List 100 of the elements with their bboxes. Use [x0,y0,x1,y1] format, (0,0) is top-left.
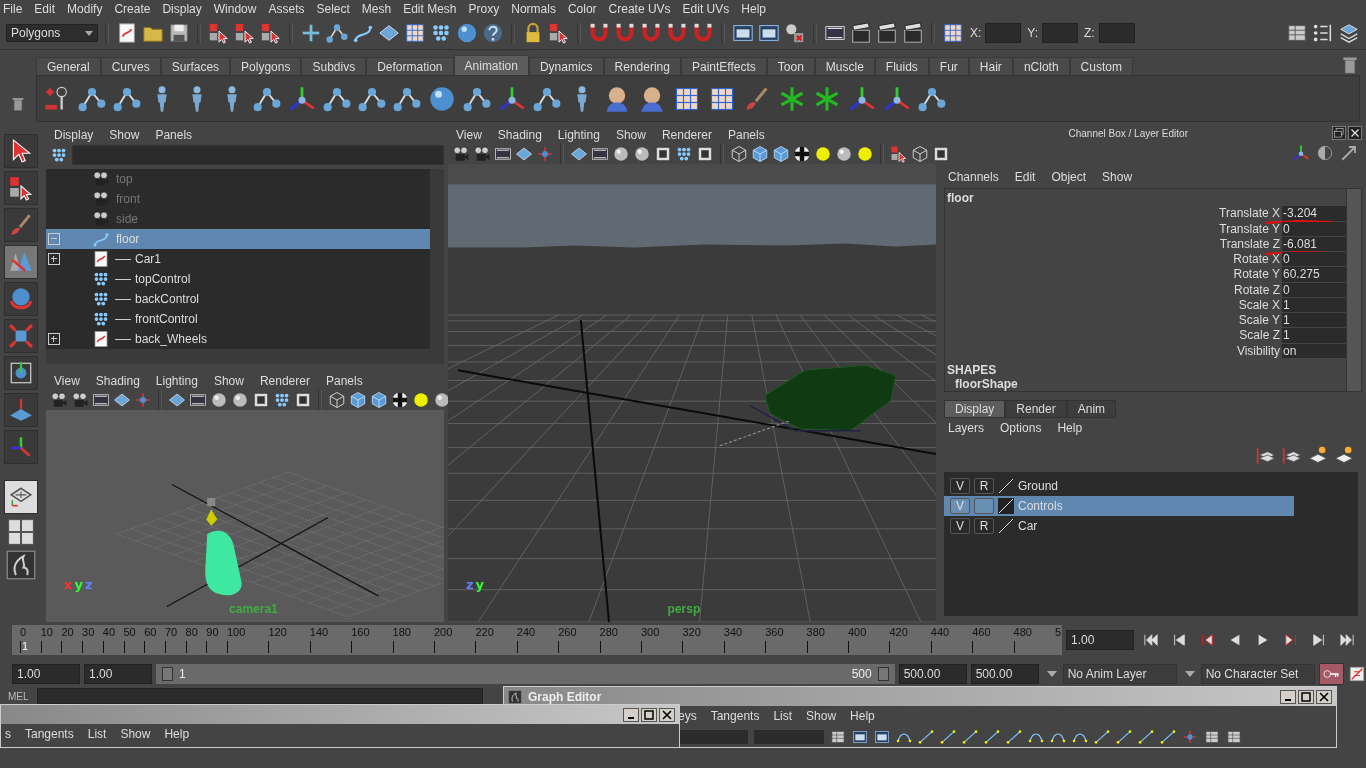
sphere-icon[interactable] [612,145,630,163]
viewport-scene-drawing[interactable] [46,410,444,622]
camera-icon[interactable] [452,145,470,163]
menu-item[interactable]: Proxy [468,1,500,16]
maximize-button[interactable] [641,707,657,722]
new-scene-icon[interactable] [116,22,138,44]
asterisk-icon[interactable] [813,84,841,113]
shelf-tab[interactable]: Toon [766,57,815,75]
sphere-icon[interactable] [231,391,249,409]
selection-icon[interactable] [890,145,908,163]
menu-item[interactable]: Help [164,727,190,741]
visibility-toggle[interactable]: V [950,478,970,494]
maximize-button[interactable] [1298,689,1314,704]
wireframe-cube-icon[interactable] [328,391,346,409]
layer-row[interactable]: V R Car [944,516,1294,536]
anim-layer-dropdown[interactable]: No Anim Layer [1062,664,1177,684]
axes-icon[interactable] [883,84,911,113]
command-language-label[interactable]: MEL [8,690,29,702]
channel-value[interactable]: -3.204 [1282,206,1346,222]
shelf-tab[interactable]: PaintEffects [680,57,767,75]
sphere-icon[interactable] [428,84,456,113]
asterisk-icon[interactable] [778,84,806,113]
move-icon[interactable] [134,391,152,409]
cube-icon[interactable] [751,145,769,163]
magnet-icon[interactable] [588,22,610,44]
frame-field[interactable] [678,729,748,744]
expand-toggle[interactable] [48,253,60,265]
outliner-row[interactable]: back_Wheels [46,329,430,349]
new-layer-icon[interactable] [1334,445,1354,465]
scrollbar[interactable] [46,349,444,364]
sphere-icon[interactable] [210,391,228,409]
menu-item[interactable]: Show [109,128,140,142]
joint-icon[interactable] [326,22,348,44]
character-set-dropdown[interactable]: No Character Set [1200,664,1315,684]
dots-icon[interactable] [430,22,452,44]
channel-value[interactable]: 1 [1282,313,1346,329]
menu-item[interactable]: Assets [268,1,305,16]
menu-item[interactable]: List [773,709,793,723]
shelf-tab[interactable]: General [36,57,101,75]
menu-item[interactable]: Help [741,1,766,16]
menu-item[interactable]: Edit Mesh [403,1,457,16]
shelf-tab[interactable]: Fluids [874,57,929,75]
menu-item[interactable]: Show [120,727,151,741]
four-pane-icon[interactable] [6,517,36,547]
expand-toggle[interactable] [48,233,60,245]
sphere-icon[interactable] [835,145,853,163]
layer-color-swatch[interactable] [998,518,1014,534]
menu-item[interactable]: Window [213,1,257,16]
render-icon[interactable] [874,728,890,745]
menu-item[interactable]: s [5,727,11,741]
plus-icon[interactable] [300,22,322,44]
coordinate-field[interactable] [985,23,1022,43]
shelf-tab[interactable]: Rendering [603,57,681,75]
camera-icon[interactable] [50,391,68,409]
magnet-icon[interactable] [666,22,688,44]
menu-item[interactable]: Shading [497,128,542,142]
menu-item[interactable]: Panels [155,128,193,142]
selection-icon[interactable] [234,22,256,44]
layers-icon[interactable] [1256,445,1276,465]
menu-item[interactable]: View [54,374,80,388]
menu-item[interactable]: Tangents [710,709,760,723]
menu-item[interactable]: Options [1000,421,1042,435]
shelf-tab[interactable]: Custom [1069,57,1133,75]
shelf-tab[interactable]: Dynamics [528,57,604,75]
menu-item[interactable]: Show [1102,170,1133,184]
coordinate-field[interactable] [1042,23,1079,43]
shelf-tab[interactable]: Curves [100,57,161,75]
frame-icon[interactable] [932,145,950,163]
dots-icon[interactable] [50,146,68,164]
clapperboard-icon[interactable] [876,22,898,44]
menu-item[interactable]: Panels [727,128,765,142]
light-icon[interactable] [856,145,874,163]
clapperboard-icon[interactable] [902,22,924,44]
no-key-icon[interactable] [1348,665,1366,683]
line-icon[interactable] [1006,728,1022,745]
shelf-tab[interactable]: Subdivs [301,57,367,75]
sphere-icon[interactable] [456,22,478,44]
menu-item[interactable]: Show [806,709,837,723]
help-icon[interactable] [482,22,504,44]
menu-item[interactable]: Create UVs [608,1,671,16]
wireframe-cube-icon[interactable] [730,145,748,163]
list-icon[interactable] [1312,22,1334,44]
line-icon[interactable] [940,728,956,745]
render-icon[interactable] [758,22,780,44]
line-icon[interactable] [918,728,934,745]
layer-tab[interactable]: Render [1005,400,1067,418]
camera-icon[interactable] [71,391,89,409]
menu-item[interactable]: Help [1057,421,1083,435]
close-button[interactable] [1316,689,1332,704]
light-icon[interactable] [814,145,832,163]
caret-icon[interactable] [1046,671,1057,677]
layer-color-swatch[interactable] [998,498,1014,514]
render-icon[interactable] [852,728,868,745]
line-icon[interactable] [1116,728,1132,745]
menu-item[interactable]: Modify [67,1,103,16]
line-icon[interactable] [1160,728,1176,745]
selection-icon[interactable] [548,22,570,44]
cube-icon[interactable] [370,391,388,409]
line-icon[interactable] [962,728,978,745]
menu-set-dropdown[interactable]: Polygons [6,24,98,42]
